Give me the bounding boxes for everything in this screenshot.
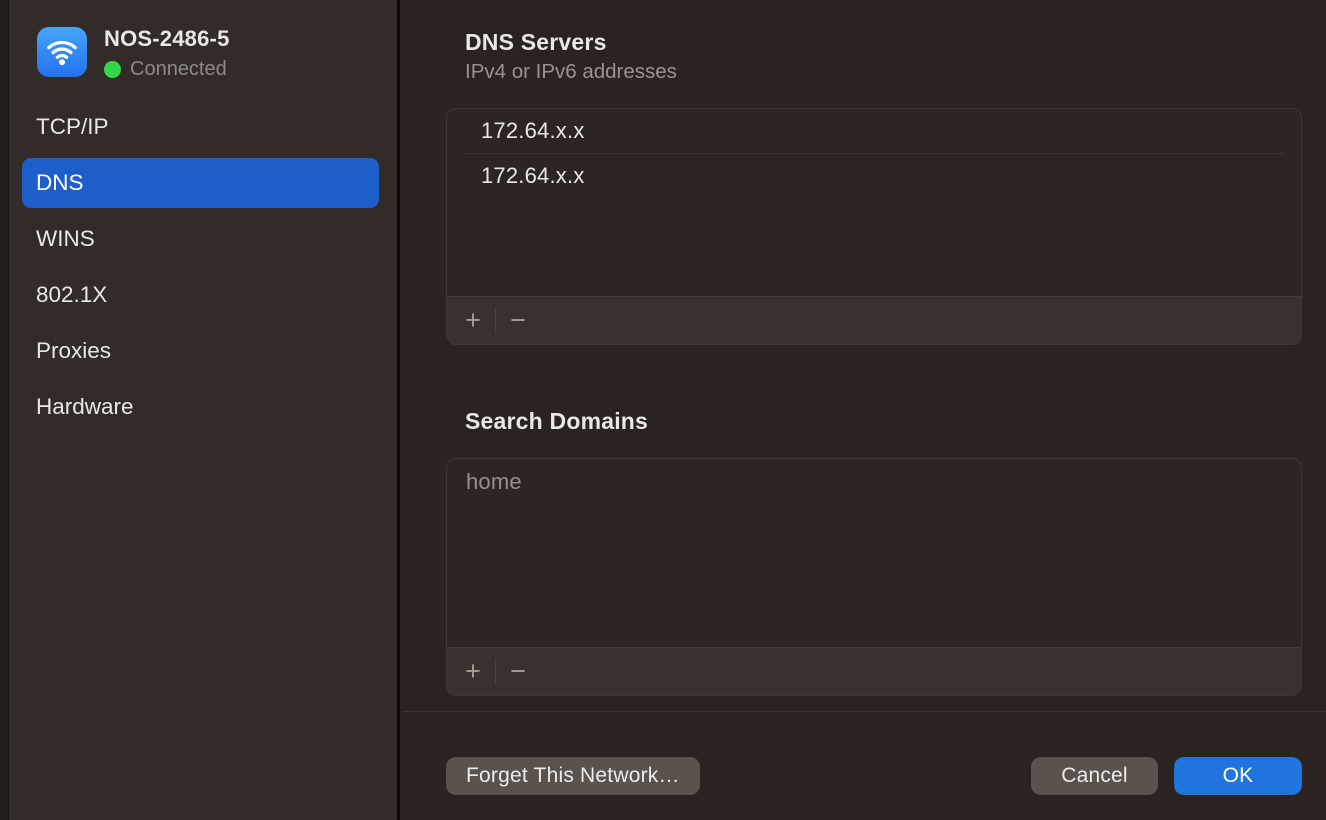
sidebar: NOS-2486-5 Connected TCP/IP DNS WINS 802… <box>0 0 400 820</box>
forget-network-button[interactable]: Forget This Network… <box>446 757 700 795</box>
sidebar-item-tcpip[interactable]: TCP/IP <box>0 99 397 155</box>
network-name: NOS-2486-5 <box>104 26 230 52</box>
dns-servers-heading: DNS Servers <box>465 29 607 56</box>
search-domains-footer: + − <box>447 647 1301 695</box>
search-domain-row[interactable]: home <box>447 459 1301 505</box>
sidebar-item-wins[interactable]: WINS <box>0 211 397 267</box>
sidebar-nav: TCP/IP DNS WINS 802.1X Proxies Hardware <box>0 99 397 435</box>
footer-divider <box>403 711 1326 712</box>
search-domains-heading: Search Domains <box>465 408 648 435</box>
sidebar-item-dns[interactable]: DNS <box>22 158 379 208</box>
remove-search-domain-button[interactable]: − <box>496 648 540 696</box>
search-domains-rows: home <box>447 459 1301 505</box>
network-status: Connected <box>104 58 227 81</box>
add-search-domain-button[interactable]: + <box>451 648 495 696</box>
remove-dns-server-button[interactable]: − <box>496 297 540 345</box>
network-details-dialog: NOS-2486-5 Connected TCP/IP DNS WINS 802… <box>0 0 1326 820</box>
cancel-button[interactable]: Cancel <box>1031 757 1158 795</box>
content-pane: DNS Servers IPv4 or IPv6 addresses 172.6… <box>403 0 1326 820</box>
status-dot-icon <box>104 61 121 78</box>
dns-servers-subheading: IPv4 or IPv6 addresses <box>465 60 677 84</box>
dns-servers-list: 172.64.x.x 172.64.x.x + − <box>446 108 1302 345</box>
sidebar-item-proxies[interactable]: Proxies <box>0 323 397 379</box>
wifi-icon <box>37 27 87 77</box>
dns-server-row[interactable]: 172.64.x.x <box>447 109 1301 153</box>
status-text: Connected <box>130 58 227 81</box>
sidebar-item-8021x[interactable]: 802.1X <box>0 267 397 323</box>
sidebar-item-hardware[interactable]: Hardware <box>0 379 397 435</box>
dns-servers-rows: 172.64.x.x 172.64.x.x <box>447 109 1301 198</box>
ok-button[interactable]: OK <box>1174 757 1302 795</box>
search-domains-list: home + − <box>446 458 1302 696</box>
network-header: NOS-2486-5 Connected <box>0 0 397 100</box>
dns-servers-footer: + − <box>447 296 1301 344</box>
add-dns-server-button[interactable]: + <box>451 297 495 345</box>
dns-server-row[interactable]: 172.64.x.x <box>447 154 1301 198</box>
